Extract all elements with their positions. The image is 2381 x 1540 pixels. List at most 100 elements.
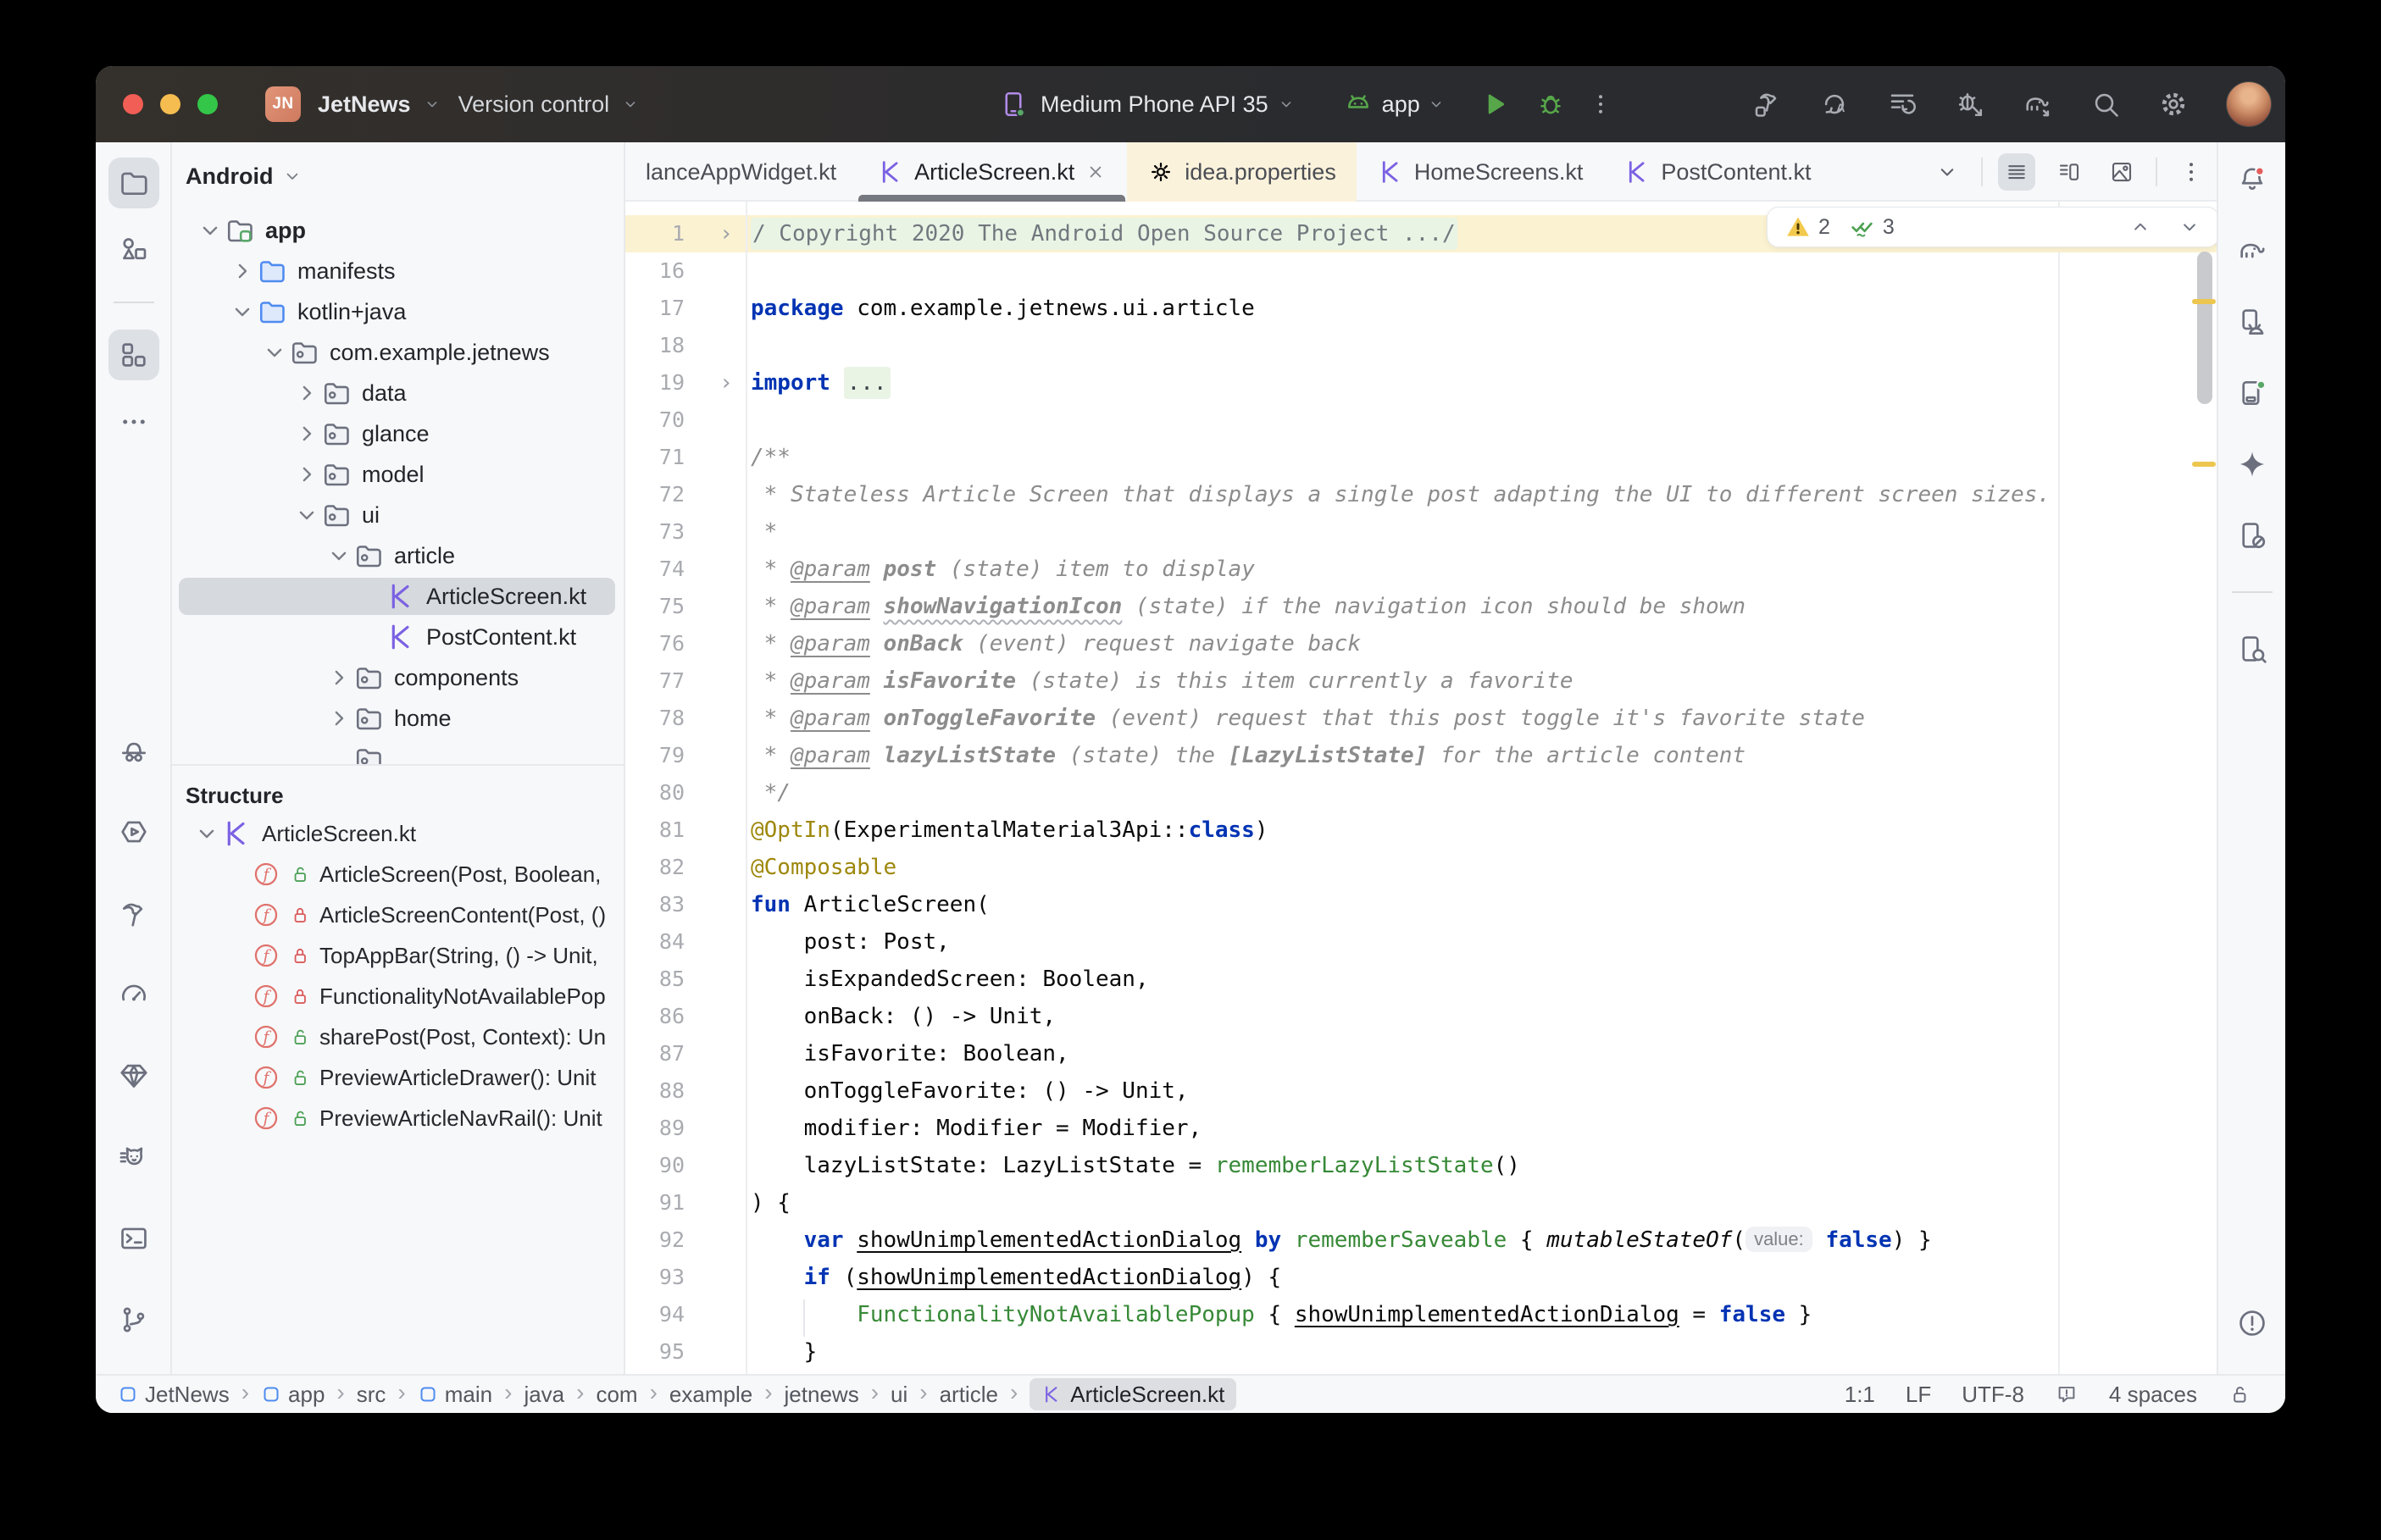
structure-tool-button[interactable] — [108, 330, 159, 380]
device-explorer-button[interactable] — [2227, 623, 2278, 674]
code-line-19[interactable]: 19 › import ... — [625, 364, 2217, 402]
file-encoding[interactable]: UTF-8 — [1962, 1382, 2024, 1408]
structure-item[interactable]: f ArticleScreen(Post, Boolean, — [172, 854, 624, 895]
tab-ArticleScreen.kt[interactable]: ArticleScreen.kt — [857, 142, 1127, 202]
caret-position[interactable]: 1:1 — [1845, 1382, 1875, 1408]
code-line-76[interactable]: 76 * @param onBack (event) request navig… — [625, 625, 2217, 662]
breadcrumb-main[interactable]: main — [418, 1382, 492, 1408]
problems-button[interactable] — [2227, 1298, 2278, 1349]
breadcrumb-example[interactable]: example — [669, 1382, 752, 1408]
tree-item-com.example.jetnews[interactable]: com.example.jetnews — [172, 332, 624, 373]
code-line-70[interactable]: 70 — [625, 402, 2217, 439]
run-configuration-selector[interactable]: app — [1382, 91, 1420, 118]
code-line-75[interactable]: 75 * @param showNavigationIcon (state) i… — [625, 588, 2217, 625]
profiler-button[interactable] — [108, 969, 159, 1020]
tab-idea.properties[interactable]: idea.properties — [1127, 142, 1357, 202]
tree-item-article[interactable]: article — [172, 535, 624, 576]
app-inspection-button[interactable] — [108, 725, 159, 776]
structure-item[interactable]: f PreviewArticleNavRail(): Unit — [172, 1098, 624, 1138]
indent-setting[interactable]: 4 spaces — [2109, 1382, 2197, 1408]
code-line-78[interactable]: 78 * @param onToggleFavorite (event) req… — [625, 700, 2217, 737]
services-button[interactable] — [108, 806, 159, 857]
project-name-menu[interactable]: JetNews — [318, 91, 411, 118]
device-selector[interactable]: Medium Phone API 35 — [1041, 91, 1268, 118]
gradle-sync-icon[interactable] — [2023, 89, 2053, 119]
code-line-91[interactable]: 91) { — [625, 1184, 2217, 1221]
logcat-button[interactable] — [108, 1132, 159, 1183]
code-line-95[interactable]: 95 } — [625, 1333, 2217, 1371]
code-line-81[interactable]: 81 @OptIn(ExperimentalMaterial3Api::class… — [625, 812, 2217, 849]
resource-manager-button[interactable] — [108, 224, 159, 275]
tree-item-app[interactable]: app — [172, 210, 624, 251]
fold-arrow[interactable]: › — [707, 364, 746, 402]
code-line-16[interactable]: 16 — [625, 252, 2217, 290]
more-tool-windows-button[interactable] — [108, 396, 159, 447]
version-control-button[interactable] — [108, 1294, 159, 1345]
tree-item-partial[interactable] — [172, 739, 624, 764]
split-view-button[interactable] — [2051, 153, 2088, 191]
writable-lock-icon[interactable] — [2228, 1382, 2251, 1406]
code-line-73[interactable]: 73 * — [625, 513, 2217, 551]
editor-scrollbar-thumb[interactable] — [2197, 252, 2212, 404]
inspections-status-icon[interactable] — [2055, 1382, 2079, 1406]
breadcrumb-ui[interactable]: ui — [891, 1382, 907, 1408]
tree-item-home[interactable]: home — [172, 698, 624, 739]
project-view-selector[interactable]: Android — [186, 163, 273, 190]
tree-item-kotlin+java[interactable]: kotlin+java — [172, 291, 624, 332]
structure-item[interactable]: f sharePost(Post, Context): Un — [172, 1017, 624, 1057]
vcs-menu[interactable]: Version control — [458, 91, 610, 118]
tree-item-components[interactable]: components — [172, 657, 624, 698]
warning-stripe-mark[interactable] — [2192, 299, 2216, 304]
device-manager-button[interactable] — [2227, 296, 2278, 347]
code-line-80[interactable]: 80 */ — [625, 774, 2217, 812]
structure-item[interactable]: f ArticleScreenContent(Post, () — [172, 895, 624, 935]
tree-item-ArticleScreen.kt[interactable]: ArticleScreen.kt — [172, 576, 624, 617]
running-devices-button[interactable] — [2227, 368, 2278, 418]
code-line-72[interactable]: 72 * Stateless Article Screen that displ… — [625, 476, 2217, 513]
minimize-window-button[interactable] — [160, 94, 180, 114]
breadcrumb-JetNews[interactable]: JetNews — [118, 1382, 230, 1408]
code-line-86[interactable]: 86 onBack: () -> Unit, — [625, 998, 2217, 1035]
code-line-79[interactable]: 79 * @param lazyListState (state) the [L… — [625, 737, 2217, 774]
apply-code-changes-icon[interactable] — [1887, 89, 1918, 119]
code-line-77[interactable]: 77 * @param isFavorite (state) is this i… — [625, 662, 2217, 700]
gradle-tool-button[interactable] — [2227, 225, 2278, 276]
close-window-button[interactable] — [123, 94, 143, 114]
previous-problem-button[interactable] — [2128, 215, 2152, 239]
avatar[interactable] — [2226, 81, 2272, 127]
code-line-17[interactable]: 17 package com.example.jetnews.ui.article — [625, 290, 2217, 327]
debug-button[interactable] — [1535, 89, 1566, 119]
code-view-button[interactable] — [1998, 153, 2035, 191]
tree-item-PostContent.kt[interactable]: PostContent.kt — [172, 617, 624, 657]
tab-HomeScreens.kt[interactable]: HomeScreens.kt — [1357, 142, 1604, 202]
code-line-90[interactable]: 90 lazyListState: LazyListState = rememb… — [625, 1147, 2217, 1184]
preview-button[interactable] — [2103, 153, 2140, 191]
structure-item[interactable]: f PreviewArticleDrawer(): Unit — [172, 1057, 624, 1098]
tab-options-kebab[interactable] — [2173, 153, 2210, 191]
zoom-window-button[interactable] — [197, 94, 218, 114]
gemini-button[interactable] — [2227, 439, 2278, 490]
tree-item-model[interactable]: model — [172, 454, 624, 495]
breadcrumb-ArticleScreen.kt[interactable]: ArticleScreen.kt — [1030, 1378, 1237, 1410]
close-tab-icon[interactable] — [1085, 161, 1107, 183]
project-tool-button[interactable] — [108, 158, 159, 208]
code-line-93[interactable]: 93 if (showUnimplementedActionDialog) { — [625, 1259, 2217, 1296]
app-quality-insights-button[interactable] — [108, 1050, 159, 1101]
breadcrumb-app[interactable]: app — [261, 1382, 325, 1408]
code-line-92[interactable]: 92 var showUnimplementedActionDialog by … — [625, 1221, 2217, 1259]
code-line-85[interactable]: 85 isExpandedScreen: Boolean, — [625, 961, 2217, 998]
structure-item[interactable]: f TopAppBar(String, () -> Unit, — [172, 935, 624, 976]
code-line-88[interactable]: 88 onToggleFavorite: () -> Unit, — [625, 1072, 2217, 1110]
tree-item-manifests[interactable]: manifests — [172, 251, 624, 291]
tab-lanceAppWidget.kt[interactable]: lanceAppWidget.kt — [625, 142, 857, 202]
code-line-94[interactable]: 94 FunctionalityNotAvailablePopup { show… — [625, 1296, 2217, 1333]
code-line-83[interactable]: 83 fun ArticleScreen( — [625, 886, 2217, 923]
structure-root[interactable]: ArticleScreen.kt — [172, 813, 624, 854]
more-actions-kebab[interactable] — [1588, 89, 1613, 119]
hidden-tabs-chevron[interactable] — [1929, 153, 1966, 191]
tab-PostContent.kt[interactable]: PostContent.kt — [1603, 142, 1831, 202]
code-line-84[interactable]: 84 post: Post, — [625, 923, 2217, 961]
fold-arrow[interactable]: › — [707, 215, 746, 252]
code-editor[interactable]: 1 › / Copyright 2020 The Android Open Sour… — [625, 202, 2217, 1374]
search-everywhere-icon[interactable] — [2090, 89, 2121, 119]
